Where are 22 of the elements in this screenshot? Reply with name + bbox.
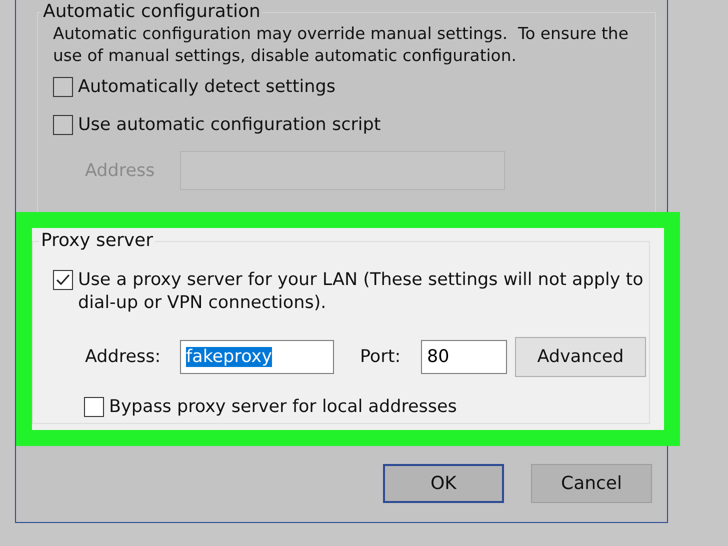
checkbox[interactable]	[53, 270, 73, 290]
checkbox-label: Use automatic configuration script	[78, 114, 381, 137]
address-label: Address	[84, 160, 156, 180]
address-value: fakeproxy	[186, 347, 272, 367]
group-title: Automatic configuration	[42, 1, 262, 23]
checkbox-label: Use a proxy server for your LAN (These settings will not apply to dial-up or VPN connections).	[78, 269, 644, 315]
dialog-button[interactable]: OK	[383, 464, 504, 503]
checkbox-label: Bypass proxy server for local addresses	[109, 396, 457, 419]
checkbox-label: Automatically detect settings	[78, 76, 336, 99]
check-icon	[56, 274, 70, 286]
checkbox[interactable]	[53, 77, 73, 97]
checkbox[interactable]	[84, 397, 104, 417]
advanced-button[interactable]: Advanced	[515, 337, 646, 377]
description-text: Automatic configuration may override manual settings. To ensure the use of manual settings, disable automatic configuration.	[53, 23, 630, 67]
dialog-button[interactable]: Cancel	[531, 464, 652, 503]
port-value: 80	[427, 347, 450, 367]
group-title: Proxy server	[40, 230, 154, 252]
port-label: Port:	[360, 347, 402, 367]
checkbox[interactable]	[53, 115, 73, 135]
port-field[interactable]: 80	[421, 340, 507, 374]
address-field[interactable]: fakeproxy	[180, 340, 334, 374]
address-label: Address:	[85, 347, 162, 367]
